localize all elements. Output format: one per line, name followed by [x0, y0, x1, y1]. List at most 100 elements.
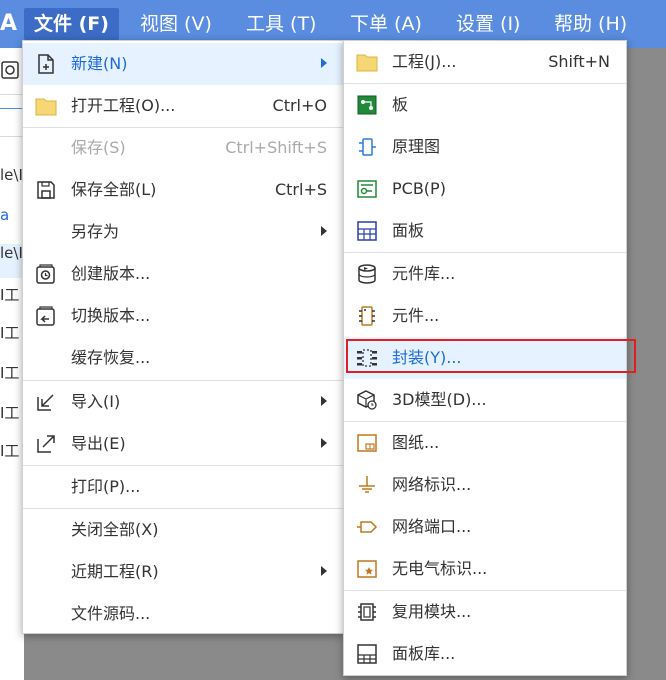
menu-item-recent-projects[interactable]: 近期工程(R): [23, 551, 343, 593]
submenu-arrow-icon: [321, 566, 327, 576]
schematic-icon: [356, 136, 378, 158]
menu-item-label: 创建版本...: [71, 264, 151, 283]
shortcut-label: Ctrl+O: [272, 96, 327, 115]
submenu-arrow-icon: [321, 438, 327, 448]
submenu-item-panel[interactable]: 面板: [344, 210, 626, 252]
divider: [0, 136, 24, 137]
component-icon: [356, 305, 378, 327]
submenu-item-panel-library[interactable]: 面板库...: [344, 633, 626, 675]
submenu-item-pcb[interactable]: PCB(P): [344, 168, 626, 210]
tree-item[interactable]: le\I: [0, 244, 23, 262]
submenu-item-schematic[interactable]: 原理图: [344, 126, 626, 168]
menu-settings[interactable]: 设置 (I): [446, 8, 530, 40]
menu-item-cache-restore[interactable]: 缓存恢复...: [23, 337, 343, 379]
submenu-item-drawing-sheet[interactable]: 图纸...: [344, 422, 626, 464]
tree-item[interactable]: I工: [0, 402, 19, 423]
menu-item-label: 保存(S): [71, 138, 126, 157]
menu-item-create-version[interactable]: 创建版本...: [23, 253, 343, 295]
menu-item-label: 图纸...: [392, 433, 440, 452]
panel-icon: [356, 220, 378, 242]
menu-item-open-project[interactable]: 打开工程(O)... Ctrl+O: [23, 85, 343, 127]
file-menu: 新建(N) 打开工程(O)... Ctrl+O 保存(S) Ctrl+Shift…: [22, 40, 344, 634]
menu-item-save-all[interactable]: 保存全部(L) Ctrl+S: [23, 169, 343, 211]
submenu-arrow-icon: [321, 226, 327, 236]
menu-tools[interactable]: 工具 (T): [236, 8, 326, 40]
menu-item-label: 复用模块...: [392, 602, 472, 621]
tree-item[interactable]: I工: [0, 284, 19, 305]
menu-item-label: 缓存恢复...: [71, 348, 151, 367]
menu-order[interactable]: 下单 (A): [340, 8, 432, 40]
menu-item-label: 元件...: [392, 306, 440, 325]
submenu-arrow-icon: [321, 58, 327, 68]
tree-item[interactable]: le\I: [0, 166, 23, 184]
shortcut-label: Ctrl+S: [274, 180, 327, 199]
import-icon: [35, 391, 57, 413]
app-logo: A: [0, 11, 18, 36]
menu-item-new[interactable]: 新建(N): [23, 43, 343, 85]
menu-item-save-as[interactable]: 另存为: [23, 211, 343, 253]
menu-item-close-all[interactable]: 关闭全部(X): [23, 509, 343, 551]
menu-view[interactable]: 视图 (V): [130, 8, 222, 40]
switch-version-icon: [35, 305, 57, 327]
submenu-item-net-port[interactable]: 网络端口...: [344, 506, 626, 548]
tree-item[interactable]: I工: [0, 362, 19, 383]
project-folder-icon: [356, 51, 378, 73]
board-icon: [356, 94, 378, 116]
menu-item-label: 新建(N): [71, 54, 128, 73]
menu-item-label: 面板: [392, 221, 425, 240]
menu-item-label: 板: [392, 95, 409, 114]
menu-item-label: 保存全部(L): [71, 180, 157, 199]
net-label-icon: [356, 474, 378, 496]
menu-item-label: 打开工程(O)...: [71, 96, 176, 115]
panel-library-icon: [356, 643, 378, 665]
pcb-icon: [356, 178, 378, 200]
menu-item-label: 导入(I): [71, 392, 121, 411]
menu-item-label: 文件源码...: [71, 604, 151, 623]
menu-item-print[interactable]: 打印(P)...: [23, 466, 343, 508]
menu-item-import[interactable]: 导入(I): [23, 381, 343, 423]
folder-icon: [35, 95, 57, 117]
menu-item-export[interactable]: 导出(E): [23, 423, 343, 465]
divider: [0, 94, 24, 95]
menu-item-save[interactable]: 保存(S) Ctrl+Shift+S: [23, 127, 343, 169]
submenu-item-no-electrical[interactable]: 无电气标识...: [344, 548, 626, 590]
export-icon: [35, 433, 57, 455]
menu-item-label: 3D模型(D)...: [392, 390, 487, 409]
menu-item-label: 近期工程(R): [71, 562, 159, 581]
menu-item-label: 导出(E): [71, 434, 126, 453]
menu-item-label: 元件库...: [392, 264, 456, 283]
tree-item[interactable]: a: [0, 206, 9, 224]
menu-item-label: 网络端口...: [392, 517, 472, 536]
divider: [0, 108, 24, 109]
submenu-item-board[interactable]: 板: [344, 84, 626, 126]
submenu-item-reuse-block[interactable]: 复用模块...: [344, 591, 626, 633]
menu-item-label: 打印(P)...: [71, 477, 141, 496]
submenu-item-project[interactable]: 工程(J)... Shift+N: [344, 41, 626, 83]
menu-file[interactable]: 文件 (F): [24, 8, 119, 40]
tree-item[interactable]: I工: [0, 440, 19, 461]
3d-model-icon: [356, 389, 378, 411]
create-version-icon: [35, 263, 57, 285]
shortcut-label: Ctrl+Shift+S: [225, 138, 327, 157]
no-electrical-icon: [356, 558, 378, 580]
submenu-item-component[interactable]: 元件...: [344, 295, 626, 337]
menu-help[interactable]: 帮助 (H): [544, 8, 637, 40]
submenu-item-net-label[interactable]: 网络标识...: [344, 464, 626, 506]
menu-item-label: 工程(J)...: [392, 52, 457, 71]
menu-item-label: 无电气标识...: [392, 559, 488, 578]
drawing-sheet-icon: [356, 432, 378, 454]
menu-item-label: 另存为: [71, 222, 120, 241]
submenu-item-component-library[interactable]: 元件库...: [344, 253, 626, 295]
menu-item-label: 原理图: [392, 137, 441, 156]
net-port-icon: [356, 516, 378, 538]
new-file-icon: [35, 53, 57, 75]
menu-item-switch-version[interactable]: 切换版本...: [23, 295, 343, 337]
left-panel: le\I a le\I I工 I工 I工 I工 I工: [0, 48, 24, 680]
menu-item-file-source[interactable]: 文件源码...: [23, 593, 343, 635]
submenu-arrow-icon: [321, 396, 327, 406]
version-icon[interactable]: [0, 58, 22, 82]
menu-item-label: PCB(P): [392, 179, 446, 198]
tree-item[interactable]: I工: [0, 322, 19, 343]
submenu-item-3d-model[interactable]: 3D模型(D)...: [344, 379, 626, 421]
menu-item-label: 关闭全部(X): [71, 520, 159, 539]
